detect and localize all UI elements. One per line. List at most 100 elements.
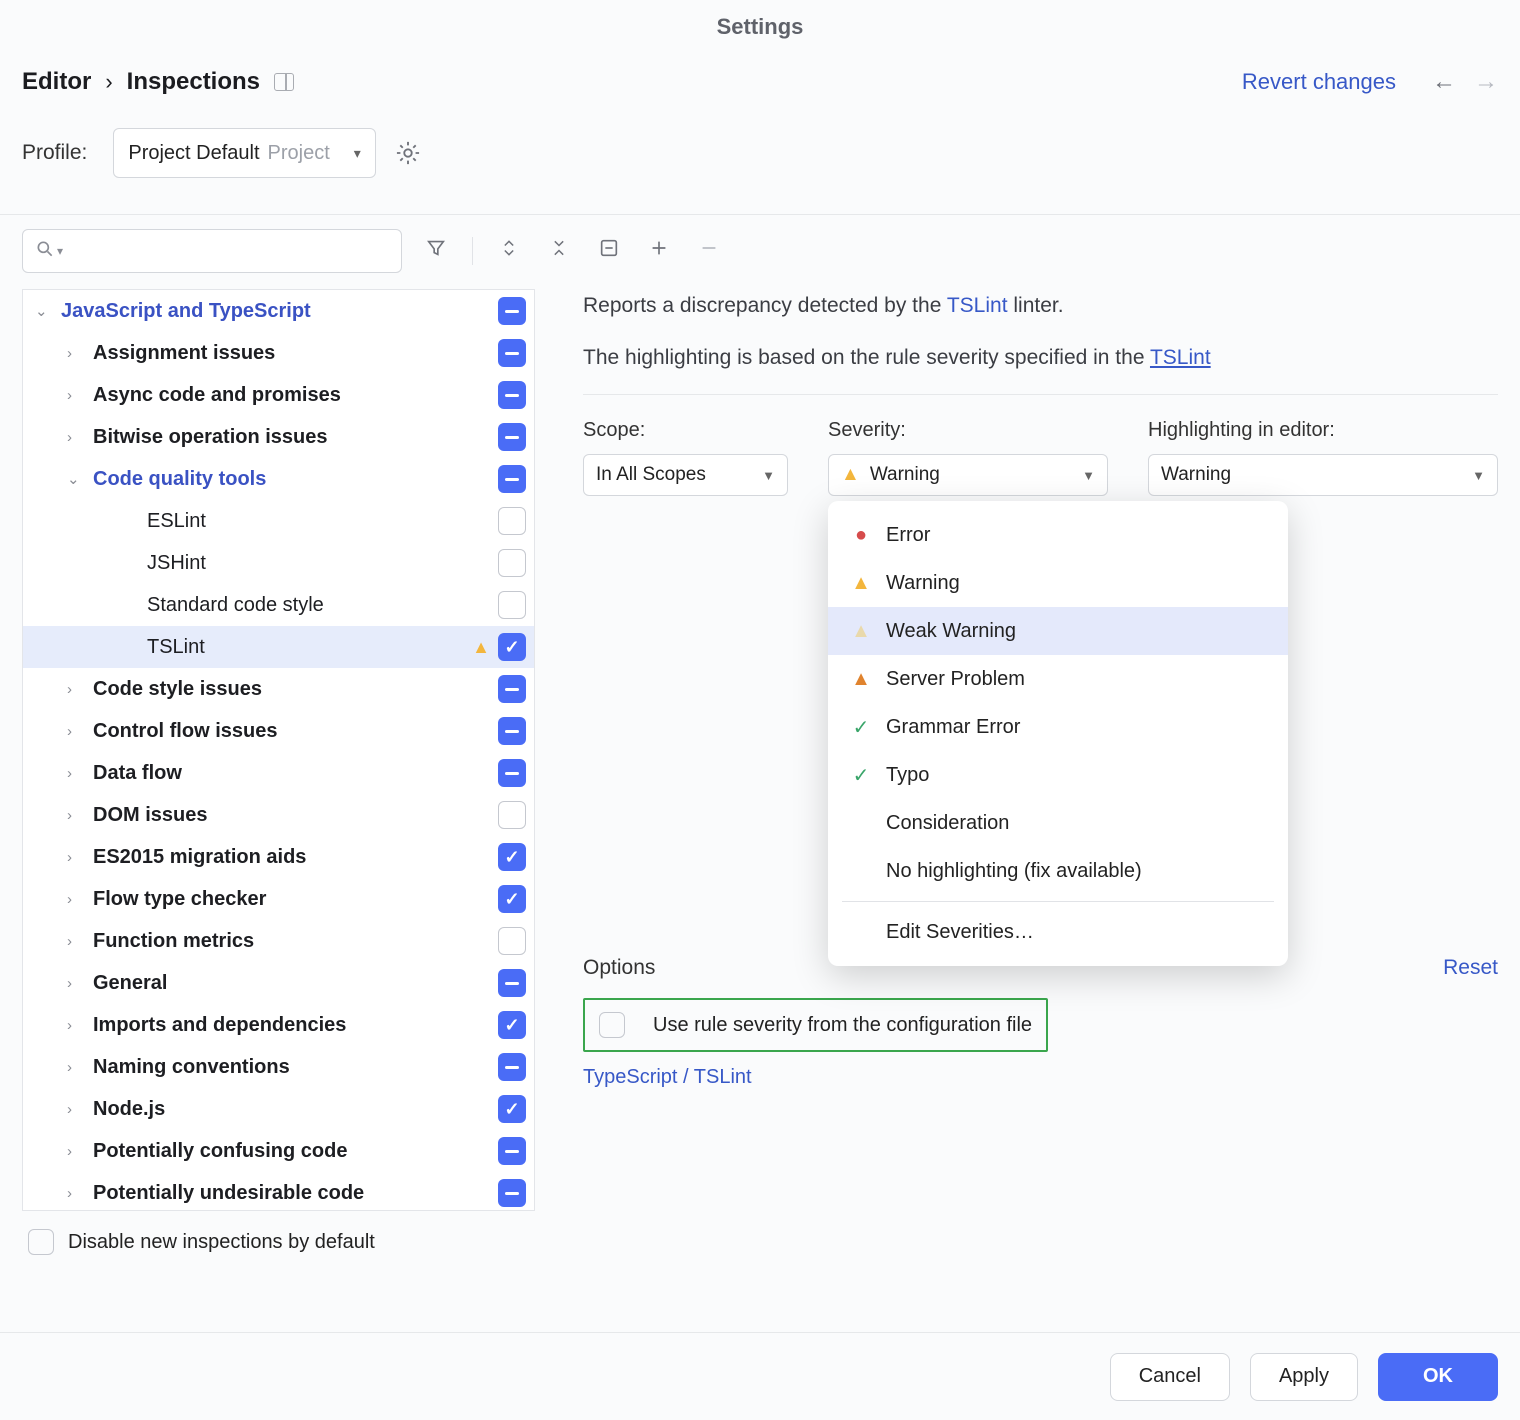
tree-row[interactable]: JSHint [23, 542, 534, 584]
profile-select[interactable]: Project Default Project ▾ [113, 128, 375, 178]
tslint-link[interactable]: TSLint [947, 294, 1008, 317]
rule-severity-option[interactable]: Use rule severity from the configuration… [583, 998, 1048, 1052]
tree-row-checkbox[interactable] [498, 591, 526, 619]
search-dropdown-icon[interactable]: ▾ [57, 244, 63, 258]
severity-option[interactable]: ✓Typo [828, 751, 1288, 799]
tree-row[interactable]: ›Assignment issues [23, 332, 534, 374]
expand-arrow-icon[interactable]: › [67, 1017, 93, 1034]
checkbox-toggle-icon[interactable] [593, 237, 625, 265]
tree-row[interactable]: ⌄JavaScript and TypeScript [23, 290, 534, 332]
tree-row-checkbox[interactable] [498, 1095, 526, 1123]
reset-link[interactable]: Reset [1443, 956, 1498, 980]
expand-arrow-icon[interactable]: › [67, 345, 93, 362]
tree-row-checkbox[interactable] [498, 969, 526, 997]
add-icon[interactable] [643, 237, 675, 265]
nav-back-icon[interactable]: ← [1432, 68, 1456, 96]
expand-arrow-icon[interactable]: › [67, 1101, 93, 1118]
cancel-button[interactable]: Cancel [1110, 1353, 1230, 1401]
tree-row[interactable]: ›Potentially undesirable code [23, 1172, 534, 1211]
tree-row[interactable]: ›Imports and dependencies [23, 1004, 534, 1046]
severity-option[interactable]: ●Error [828, 511, 1288, 559]
tree-row[interactable]: ›Potentially confusing code [23, 1130, 534, 1172]
rule-severity-checkbox[interactable] [599, 1012, 625, 1038]
ok-button[interactable]: OK [1378, 1353, 1498, 1401]
search-input[interactable]: ▾ [22, 229, 402, 273]
severity-select[interactable]: ▲ Warning ▼ [828, 454, 1108, 496]
tree-row[interactable]: ⌄Code quality tools [23, 458, 534, 500]
tree-row-checkbox[interactable] [498, 675, 526, 703]
breadcrumb-editor[interactable]: Editor [22, 68, 91, 96]
layout-icon[interactable] [274, 73, 294, 91]
edit-severities-item[interactable]: Edit Severities… [828, 908, 1288, 956]
severity-option[interactable]: ▲Weak Warning [828, 607, 1288, 655]
expand-arrow-icon[interactable]: › [67, 1185, 93, 1202]
tree-row[interactable]: ›ES2015 migration aids [23, 836, 534, 878]
tree-row[interactable]: ›Data flow [23, 752, 534, 794]
tslint-doc-link[interactable]: TSLint [1150, 346, 1211, 369]
expand-arrow-icon[interactable]: › [67, 681, 93, 698]
tree-row-checkbox[interactable] [498, 507, 526, 535]
gear-icon[interactable] [394, 139, 422, 167]
expand-arrow-icon[interactable]: › [67, 975, 93, 992]
tree-row-checkbox[interactable] [498, 717, 526, 745]
expand-arrow-icon[interactable]: › [67, 807, 93, 824]
severity-option[interactable]: Consideration [828, 799, 1288, 847]
tree-row-checkbox[interactable] [498, 465, 526, 493]
collapse-all-icon[interactable] [543, 238, 575, 264]
tree-row-checkbox[interactable] [498, 843, 526, 871]
scope-select[interactable]: In All Scopes ▼ [583, 454, 788, 496]
expand-arrow-icon[interactable]: › [67, 387, 93, 404]
tree-row[interactable]: ›Control flow issues [23, 710, 534, 752]
tree-row-checkbox[interactable] [498, 885, 526, 913]
severity-popup[interactable]: ●Error▲Warning▲Weak Warning▲Server Probl… [828, 501, 1288, 966]
expand-arrow-icon[interactable]: › [67, 1059, 93, 1076]
expand-arrow-icon[interactable]: › [67, 891, 93, 908]
expand-arrow-icon[interactable]: › [67, 933, 93, 950]
disable-new-checkbox[interactable] [28, 1229, 54, 1255]
tree-row-checkbox[interactable] [498, 423, 526, 451]
expand-arrow-icon[interactable]: ⌄ [67, 470, 93, 488]
expand-arrow-icon[interactable]: › [67, 1143, 93, 1160]
tree-row[interactable]: ›Code style issues [23, 668, 534, 710]
tree-row-checkbox[interactable] [498, 801, 526, 829]
expand-arrow-icon[interactable]: ⌄ [35, 302, 61, 320]
tree-row-checkbox[interactable] [498, 927, 526, 955]
tree-row-checkbox[interactable] [498, 381, 526, 409]
tree-row[interactable]: Standard code style [23, 584, 534, 626]
tree-row-checkbox[interactable] [498, 339, 526, 367]
tree-row[interactable]: ›Function metrics [23, 920, 534, 962]
severity-option[interactable]: No highlighting (fix available) [828, 847, 1288, 895]
inspection-tree[interactable]: ⌄JavaScript and TypeScript›Assignment is… [22, 289, 535, 1211]
tree-row-checkbox[interactable] [498, 549, 526, 577]
severity-option[interactable]: ▲Server Problem [828, 655, 1288, 703]
tree-row[interactable]: ›Node.js [23, 1088, 534, 1130]
tree-row-checkbox[interactable] [498, 1137, 526, 1165]
tree-row[interactable]: TSLint▲ [23, 626, 534, 668]
tree-row[interactable]: ›Async code and promises [23, 374, 534, 416]
tree-row[interactable]: ›Bitwise operation issues [23, 416, 534, 458]
tree-row-checkbox[interactable] [498, 1053, 526, 1081]
tree-row[interactable]: ESLint [23, 500, 534, 542]
typescript-tslint-link[interactable]: TypeScript / TSLint [583, 1066, 1498, 1089]
revert-changes-link[interactable]: Revert changes [1242, 69, 1396, 95]
tree-row[interactable]: ›Flow type checker [23, 878, 534, 920]
highlighting-select[interactable]: Warning ▼ [1148, 454, 1498, 496]
expand-arrow-icon[interactable]: › [67, 429, 93, 446]
tree-row[interactable]: ›General [23, 962, 534, 1004]
severity-option[interactable]: ▲Warning [828, 559, 1288, 607]
tree-row-checkbox[interactable] [498, 633, 526, 661]
tree-row-checkbox[interactable] [498, 297, 526, 325]
apply-button[interactable]: Apply [1250, 1353, 1358, 1401]
tree-row[interactable]: ›DOM issues [23, 794, 534, 836]
tree-row-checkbox[interactable] [498, 1011, 526, 1039]
expand-collapse-icon[interactable] [493, 238, 525, 264]
expand-arrow-icon[interactable]: › [67, 765, 93, 782]
filter-icon[interactable] [420, 237, 452, 265]
tree-row[interactable]: ›Naming conventions [23, 1046, 534, 1088]
tree-row-checkbox[interactable] [498, 1179, 526, 1207]
tree-row-checkbox[interactable] [498, 759, 526, 787]
expand-arrow-icon[interactable]: › [67, 849, 93, 866]
remove-icon[interactable] [693, 237, 725, 265]
expand-arrow-icon[interactable]: › [67, 723, 93, 740]
severity-option[interactable]: ✓Grammar Error [828, 703, 1288, 751]
